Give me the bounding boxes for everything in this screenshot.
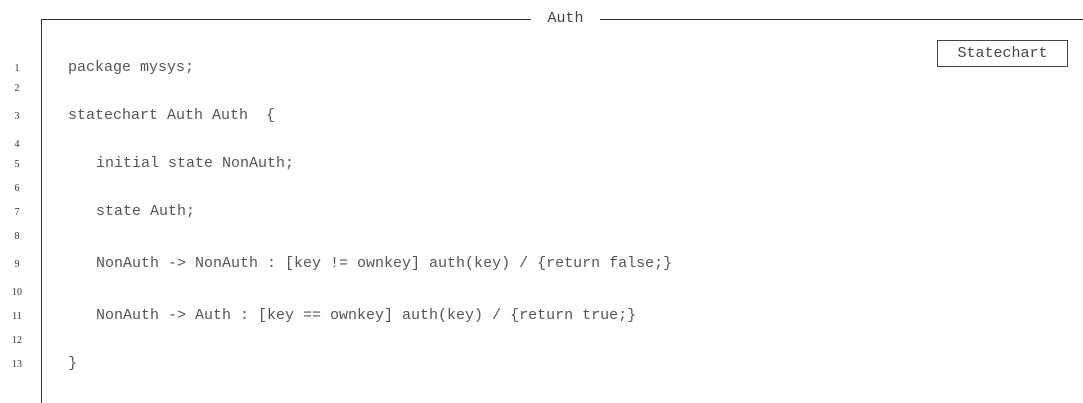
listing-title: Auth <box>547 10 584 27</box>
top-rule-right <box>600 19 1083 20</box>
line-number: 2 <box>14 83 20 94</box>
line-number: 4 <box>14 139 20 150</box>
code-line-11: NonAuth -> Auth : [key == ownkey] auth(k… <box>96 307 637 324</box>
code-listing-frame: Auth Statechart 1 2 3 4 5 6 7 8 9 10 11 … <box>0 0 1083 403</box>
line-number: 6 <box>14 183 20 194</box>
line-number: 13 <box>12 359 22 370</box>
top-rule-left <box>41 19 531 20</box>
line-number: 11 <box>12 311 22 322</box>
line-number: 9 <box>14 259 20 270</box>
left-rule <box>41 19 42 403</box>
code-line-1: package mysys; <box>68 59 195 76</box>
code-line-13: } <box>68 355 78 372</box>
line-number: 1 <box>14 63 20 74</box>
line-number: 10 <box>12 287 22 298</box>
code-line-3: statechart Auth Auth { <box>68 107 276 124</box>
line-number: 7 <box>14 207 20 218</box>
code-line-5: initial state NonAuth; <box>96 155 295 172</box>
code-line-7: state Auth; <box>96 203 196 220</box>
line-number: 8 <box>14 231 20 242</box>
line-number: 3 <box>14 111 20 122</box>
statechart-badge: Statechart <box>937 40 1068 67</box>
line-number: 5 <box>14 159 20 170</box>
line-number: 12 <box>12 335 22 346</box>
code-line-9: NonAuth -> NonAuth : [key != ownkey] aut… <box>96 255 673 272</box>
